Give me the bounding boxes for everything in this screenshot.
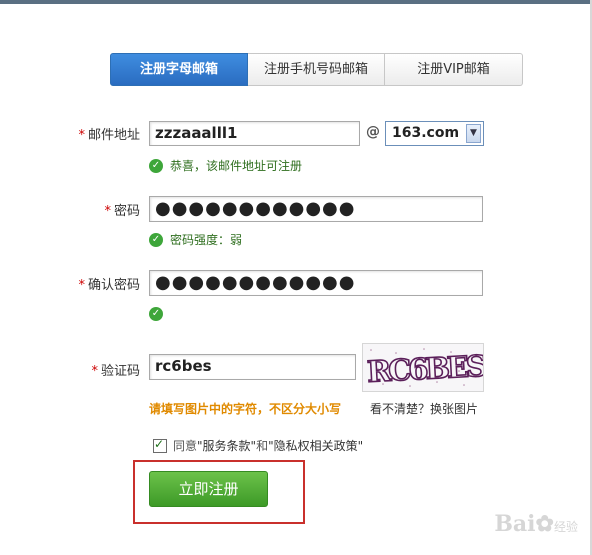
confirm-label: * 确认密码 [40,274,140,293]
domain-select[interactable]: 163.com ▼ [385,121,484,146]
watermark-text: Bai [494,511,536,537]
captcha-graphic: RC6BES [365,348,487,390]
registration-tabs: 注册字母邮箱 注册手机号码邮箱 注册VIP邮箱 [110,53,523,86]
email-label: * 邮件地址 [40,124,140,143]
confirm-password-field[interactable]: ●●●●●●●●●●●● [149,270,483,296]
email-status-text: 恭喜，该邮件地址可注册 [170,159,303,173]
email-status: ✓ 恭喜，该邮件地址可注册 [149,157,302,174]
captcha-image[interactable]: RC6BES [362,343,488,392]
agree-prefix: 同意 [173,439,198,453]
password-label: * 密码 [40,200,140,219]
password-label-text: 密码 [113,204,140,219]
agree-checkbox[interactable] [153,437,167,453]
password-field[interactable]: ●●●●●●●●●●●● [149,196,483,222]
agree-and: 和 [256,439,269,453]
watermark-suffix: 经验 [553,520,578,534]
password-status: ✓ 密码强度：弱 [149,231,242,248]
tab-vip-email[interactable]: 注册VIP邮箱 [385,53,523,86]
refresh-captcha-link[interactable]: 看不清楚？换张图片 [370,400,478,417]
check-icon: ✓ [149,307,163,321]
captcha-label-text: 验证码 [100,364,140,379]
confirm-status: ✓ [149,307,170,321]
confirm-label-text: 确认密码 [87,278,140,293]
captcha-text: RC6BES [366,349,483,389]
captcha-hint: 请填写图片中的字符，不区分大小写 [149,402,342,416]
check-icon: ✓ [149,158,163,173]
tab-phone-email[interactable]: 注册手机号码邮箱 [248,53,385,86]
captcha-label: * 验证码 [40,360,140,379]
required-mark: * [78,128,85,143]
terms-link[interactable]: "服务条款" [197,437,256,454]
watermark: Bai✿经验 [494,511,578,537]
tab-letter-email[interactable]: 注册字母邮箱 [110,53,248,86]
top-border [0,0,592,4]
at-sign: @ [366,124,380,140]
password-status-text: 密码强度：弱 [170,233,243,247]
email-field[interactable]: zzzaaalll1 [149,121,360,146]
domain-value: 163.com [392,125,460,141]
chevron-down-icon[interactable]: ▼ [466,124,481,143]
required-mark: * [104,204,111,219]
register-button[interactable]: 立即注册 [149,471,268,507]
email-label-text: 邮件地址 [87,128,140,143]
required-mark: * [78,278,85,293]
captcha-field[interactable]: rc6bes [149,354,356,380]
required-mark: * [91,364,98,379]
privacy-link[interactable]: "隐私权相关政策" [268,437,363,454]
paw-icon: ✿ [535,511,554,537]
agreement-row: 同意 "服务条款" 和 "隐私权相关政策" [153,437,363,454]
check-icon: ✓ [149,232,163,247]
